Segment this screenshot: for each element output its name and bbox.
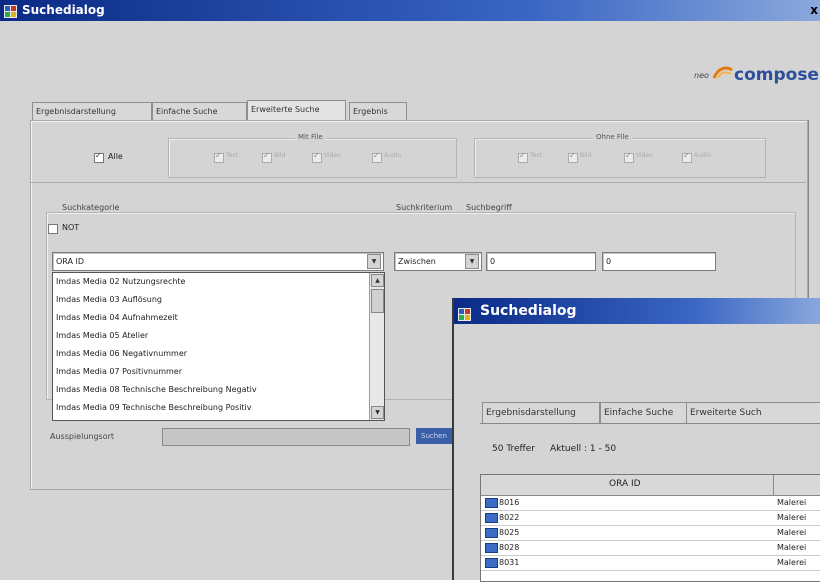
row-id: 8022	[499, 513, 520, 522]
mit-file-text-checkbox[interactable]	[214, 151, 224, 163]
row-category: Malerei	[777, 513, 807, 522]
app-icon	[4, 4, 17, 18]
tab-einfache-suche-2[interactable]: Einfache Suche	[600, 402, 688, 423]
category-options-list[interactable]: Imdas Media 02 Nutzungsrechte Imdas Medi…	[52, 272, 385, 421]
ohne-file-bild-label: Bild	[580, 152, 592, 159]
row-category: Malerei	[777, 558, 807, 567]
list-item[interactable]: Imdas Media 02 Nutzungsrechte	[56, 274, 185, 289]
row-category: Malerei	[777, 528, 807, 537]
table-row[interactable]: 8031 Malerei	[481, 556, 820, 571]
hits-count: 50 Treffer	[492, 444, 535, 454]
not-label: NOT	[62, 223, 80, 232]
scroll-up-icon[interactable]: ▲	[371, 274, 384, 287]
image-file-icon	[485, 498, 498, 508]
mit-file-label: Mit File	[295, 133, 326, 141]
neo-composer-logo: neo composer	[692, 64, 820, 88]
logo-name: composer	[734, 65, 820, 85]
scroll-thumb[interactable]	[371, 289, 384, 313]
mit-file-bild-label: Bild	[274, 152, 286, 159]
ohne-file-video-label: Video	[636, 152, 653, 159]
list-item[interactable]: Imdas Media 03 Auflösung	[56, 292, 162, 307]
column-header-ora-id[interactable]: ORA ID	[609, 479, 641, 489]
criterion-dropdown-arrow-icon[interactable]: ▼	[465, 254, 479, 269]
image-file-icon	[485, 513, 498, 523]
row-category: Malerei	[777, 498, 807, 507]
list-item[interactable]: Imdas Media 04 Aufnahmezeit	[56, 310, 178, 325]
app-icon	[458, 304, 471, 321]
image-file-icon	[485, 543, 498, 553]
logo-swirl-icon	[712, 66, 733, 79]
row-category: Malerei	[777, 543, 807, 552]
term-from-input[interactable]: 0	[486, 252, 596, 271]
list-scrollbar[interactable]: ▲ ▼	[369, 273, 384, 420]
ohne-file-bild-checkbox[interactable]	[568, 151, 578, 163]
mit-file-bild-checkbox[interactable]	[262, 151, 272, 163]
ohne-file-text-label: Text	[530, 152, 543, 159]
table-row[interactable]: 8016 Malerei	[481, 496, 820, 511]
mit-file-text-label: Text	[226, 152, 239, 159]
suchbegriff-label: Suchbegriff	[466, 203, 512, 212]
column-divider	[773, 475, 774, 495]
suchkategorie-label: Suchkategorie	[62, 203, 120, 212]
tab-einfache-suche[interactable]: Einfache Suche	[152, 102, 247, 120]
second-tab-baseline	[480, 423, 820, 424]
main-window-title: Suchedialog	[22, 3, 105, 17]
mit-file-audio-label: Audio	[384, 152, 402, 159]
row-id: 8028	[499, 543, 520, 552]
image-file-icon	[485, 528, 498, 538]
list-item[interactable]: Imdas Media 07 Positivnummer	[56, 364, 182, 379]
alle-checkbox[interactable]	[94, 151, 104, 163]
category-select[interactable]: ORA ID	[52, 252, 384, 271]
tab-erweiterte-suche[interactable]: Erweiterte Suche	[247, 100, 346, 120]
row-id: 8031	[499, 558, 520, 567]
image-file-icon	[485, 558, 498, 568]
row-id: 8016	[499, 498, 520, 507]
second-window-title: Suchedialog	[480, 303, 577, 319]
ohne-file-label: Ohne File	[593, 133, 632, 141]
category-dropdown-arrow-icon[interactable]: ▼	[367, 254, 381, 269]
panel-divider	[30, 182, 806, 183]
mit-file-video-label: Video	[324, 152, 341, 159]
ohne-file-text-checkbox[interactable]	[518, 151, 528, 163]
term-to-input[interactable]: 0	[602, 252, 716, 271]
list-item[interactable]: Imdas Media 06 Negativnummer	[56, 346, 187, 361]
second-titlebar[interactable]: Suchedialog	[454, 298, 820, 324]
table-row[interactable]: 8025 Malerei	[481, 526, 820, 541]
results-table: ORA ID 8016 Malerei 8022 Malerei 8025 Ma…	[480, 474, 820, 582]
second-window: Suchedialog Ergebnisdarstellung Einfache…	[452, 298, 820, 582]
mit-file-video-checkbox[interactable]	[312, 151, 322, 163]
suchkriterium-label: Suchkriterium	[396, 203, 453, 212]
ohne-file-audio-label: Audio	[694, 152, 712, 159]
tab-ergebnis[interactable]: Ergebnis	[349, 102, 407, 120]
main-titlebar[interactable]: Suchedialog x	[0, 0, 820, 21]
ausspielungsort-input[interactable]	[162, 428, 410, 446]
alle-label: Alle	[108, 152, 123, 161]
table-header: ORA ID	[481, 475, 820, 496]
scroll-down-icon[interactable]: ▼	[371, 406, 384, 419]
ohne-file-audio-checkbox[interactable]	[682, 151, 692, 163]
close-icon[interactable]: x	[810, 0, 818, 21]
ausspielungsort-label: Ausspielungsort	[50, 432, 115, 441]
ohne-file-video-checkbox[interactable]	[624, 151, 634, 163]
mit-file-audio-checkbox[interactable]	[372, 151, 382, 163]
row-id: 8025	[499, 528, 520, 537]
tab-ergebnisdarstellung[interactable]: Ergebnisdarstellung	[32, 102, 152, 120]
list-item[interactable]: Imdas Media 08 Technische Beschreibung N…	[56, 382, 257, 397]
logo-prefix: neo	[694, 71, 709, 80]
list-item[interactable]: Imdas Media 09 Technische Beschreibung P…	[56, 400, 252, 415]
tab-erweiterte-suche-2[interactable]: Erweiterte Such	[686, 402, 820, 423]
table-row[interactable]: 8022 Malerei	[481, 511, 820, 526]
not-checkbox[interactable]	[48, 224, 58, 234]
tab-ergebnisdarstellung-2[interactable]: Ergebnisdarstellung	[482, 402, 600, 423]
table-row[interactable]: 8028 Malerei	[481, 541, 820, 556]
current-range: Aktuell : 1 - 50	[550, 444, 617, 454]
list-item[interactable]: Imdas Media 05 Atelier	[56, 328, 148, 343]
